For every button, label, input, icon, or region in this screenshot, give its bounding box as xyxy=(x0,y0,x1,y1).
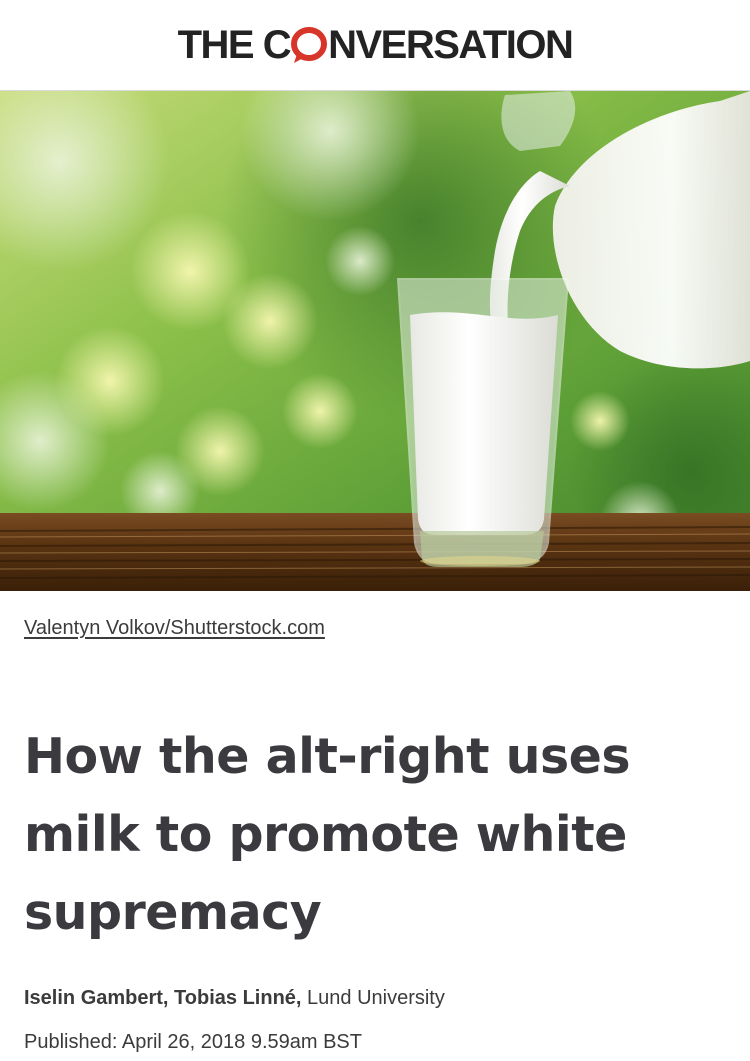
headline-line: supremacy xyxy=(24,884,322,941)
speech-bubble-o-icon xyxy=(291,25,328,65)
published-date: Published: April 26, 2018 9.59am BST xyxy=(24,1031,362,1053)
masthead: THE C NVERSATION xyxy=(0,0,750,91)
logo-text-end: NVERSATION xyxy=(328,22,574,67)
logo-text-start: THE C xyxy=(177,22,292,67)
headline-line: milk to promote white xyxy=(24,806,627,863)
article-headline: How the alt-right uses milk to promote w… xyxy=(24,718,724,952)
author-names[interactable]: Iselin Gambert, Tobias Linné, xyxy=(24,987,301,1009)
hero-image xyxy=(0,91,750,591)
site-logo[interactable]: THE C NVERSATION xyxy=(177,22,574,68)
milk-pouring-photo xyxy=(0,91,750,591)
image-credit-link[interactable]: Valentyn Volkov/Shutterstock.com xyxy=(24,617,325,640)
headline-line: How the alt-right uses xyxy=(24,728,631,785)
byline: Iselin Gambert, Tobias Linné, Lund Unive… xyxy=(24,987,445,1010)
author-institution: Lund University xyxy=(301,987,445,1009)
